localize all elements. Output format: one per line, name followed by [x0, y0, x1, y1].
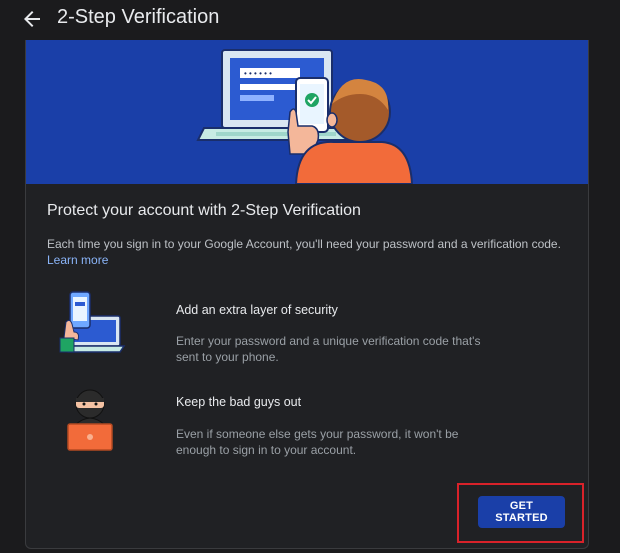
laptop-phone-person-illustration: • • • • • • [196, 49, 414, 184]
arrow-back-icon[interactable] [20, 7, 44, 31]
feature-title: Keep the bad guys out [176, 395, 302, 409]
page-title: 2-Step Verification [57, 6, 220, 28]
highlight-annotation-box [457, 483, 584, 543]
feature-description: Enter your password and a unique verific… [176, 334, 481, 364]
hacker-laptop-icon [67, 389, 113, 451]
headline: Protect your account with 2-Step Verific… [47, 202, 361, 219]
feature-title: Add an extra layer of security [176, 303, 338, 317]
svg-text:• • • • • •: • • • • • • [244, 69, 272, 78]
verification-card: • • • • • • Protect your account with 2-… [25, 40, 589, 549]
hero-illustration: • • • • • • [26, 40, 588, 184]
intro-text: Each time you sign in to your Google Acc… [47, 237, 561, 251]
phone-laptop-icon [59, 291, 126, 353]
learn-more-link[interactable]: Learn more [47, 253, 108, 267]
feature-description: Even if someone else gets your password,… [176, 427, 459, 457]
top-bar: 2-Step Verification [0, 0, 620, 38]
